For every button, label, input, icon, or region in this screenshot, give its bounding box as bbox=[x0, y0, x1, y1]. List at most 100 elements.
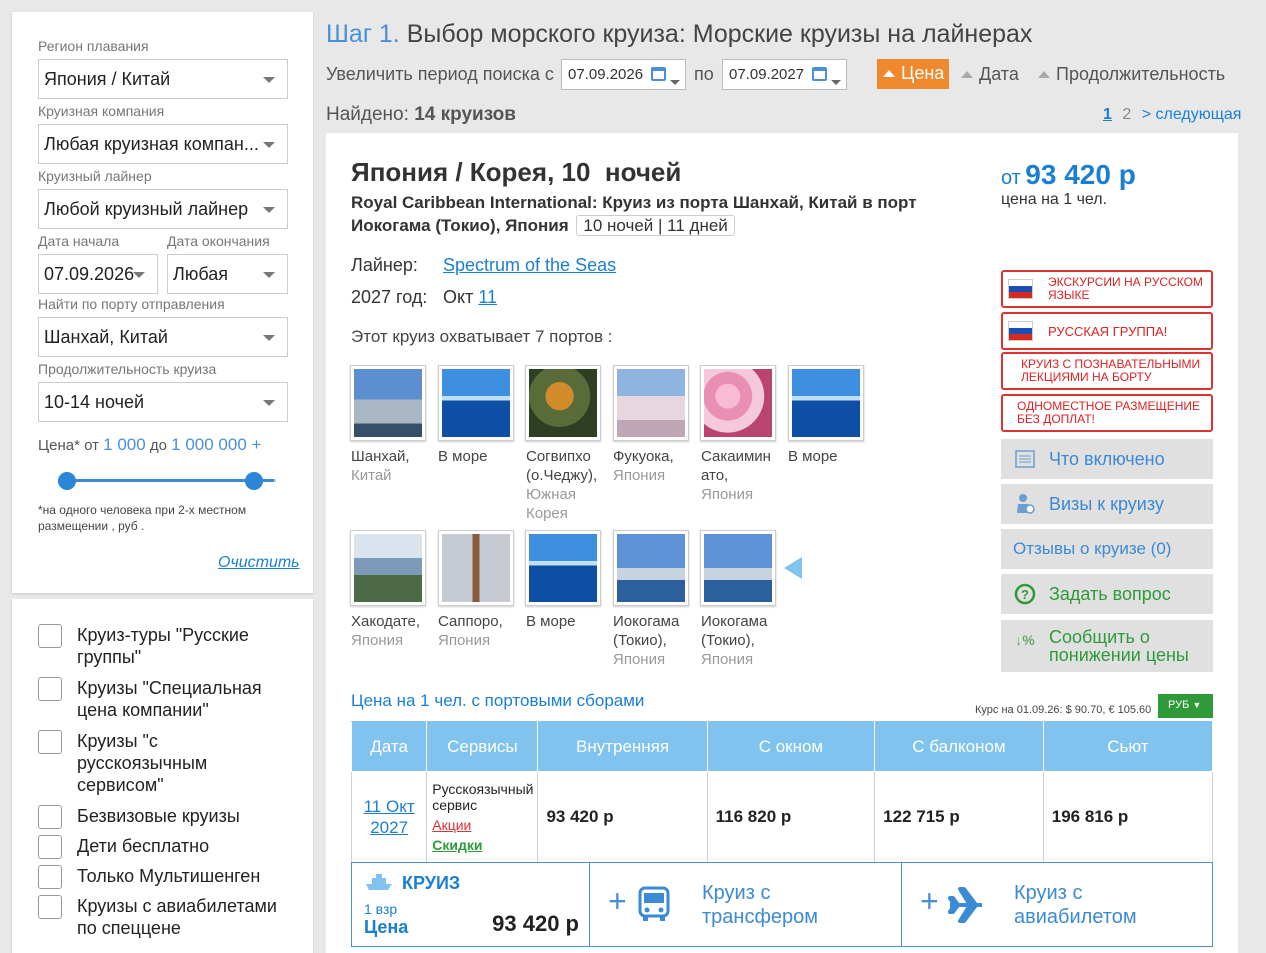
price-note: цена на 1 чел. bbox=[1001, 191, 1108, 208]
port-thumb[interactable] bbox=[788, 365, 864, 441]
port-country: Япония bbox=[701, 651, 754, 668]
port-thumb[interactable] bbox=[613, 365, 689, 441]
sort-date-button[interactable]: Дата bbox=[961, 64, 1019, 85]
month-label: Окт bbox=[443, 287, 474, 307]
start-date-select[interactable]: 07.09.2026 bbox=[38, 254, 158, 294]
promo-link[interactable]: Акции bbox=[432, 817, 533, 833]
checkbox-box[interactable] bbox=[38, 805, 62, 829]
page-1-link[interactable]: 1 bbox=[1103, 106, 1112, 123]
checkbox-box[interactable] bbox=[38, 624, 62, 648]
page-2-link[interactable]: 2 bbox=[1122, 106, 1131, 123]
next-page-link[interactable]: > следующая bbox=[1142, 106, 1242, 123]
clear-link[interactable]: Очистить bbox=[218, 554, 300, 572]
checkbox-box[interactable] bbox=[38, 895, 62, 919]
price-balcony[interactable]: 122 715 р bbox=[874, 771, 1044, 863]
russian-flag-icon bbox=[1008, 279, 1033, 299]
badge-russian-group[interactable]: РУССКАЯ ГРУППА! bbox=[1001, 312, 1213, 350]
badge-russian-excursions[interactable]: ЭКСКУРСИИ НА РУССКОМ ЯЗЫКЕ bbox=[1001, 270, 1213, 308]
region-select[interactable]: Япония / Китай bbox=[38, 59, 288, 99]
flight-option[interactable]: + Круиз с авиабилетом bbox=[902, 863, 1212, 946]
port-thumb[interactable] bbox=[350, 530, 426, 606]
cruise-only-option[interactable]: КРУИЗ 1 взр Цена 93 420 р bbox=[352, 863, 590, 946]
price-section-label: Цена на 1 чел. с портовыми сборами bbox=[351, 691, 645, 710]
chevron-down-icon bbox=[670, 80, 680, 85]
checkbox-multischengen[interactable]: Только Мультишенген bbox=[38, 865, 282, 889]
port-thumb[interactable] bbox=[438, 530, 514, 606]
price-slider-track[interactable] bbox=[58, 479, 274, 482]
discount-link[interactable]: Скидки bbox=[432, 837, 533, 853]
scroll-left-arrow-icon[interactable] bbox=[784, 557, 802, 579]
port-caption: Сакаимин ато, Япония bbox=[701, 447, 777, 504]
region-label: Регион плавания bbox=[38, 38, 149, 54]
port-caption: Саппоро, Япония bbox=[438, 612, 522, 650]
sort-duration-label: Продолжительность bbox=[1056, 64, 1226, 84]
checkbox-box[interactable] bbox=[38, 730, 62, 754]
checkbox-russian-groups[interactable]: Круиз-туры "Русские группы" bbox=[38, 624, 282, 668]
price-slider-min-handle[interactable] bbox=[58, 472, 76, 490]
ask-question-button[interactable]: ? Задать вопрос bbox=[1001, 574, 1213, 614]
sort-price-button[interactable]: Цена bbox=[877, 59, 949, 89]
visa-button[interactable]: Визы к круизу bbox=[1001, 484, 1213, 524]
price-inside[interactable]: 93 420 р bbox=[537, 771, 708, 863]
port-select[interactable]: Шанхай, Китай bbox=[38, 317, 288, 357]
port-thumb[interactable] bbox=[438, 365, 514, 441]
svg-text:?: ? bbox=[1021, 587, 1029, 602]
duration-select[interactable]: 10-14 ночей bbox=[38, 382, 288, 422]
checkbox-with-flights[interactable]: Круизы с авиабилетами по спеццене bbox=[38, 895, 282, 939]
end-date-select[interactable]: Любая bbox=[167, 254, 288, 294]
checkbox-label: Только Мультишенген bbox=[77, 866, 261, 886]
badge-lectures[interactable]: КРУИЗ С ПОЗНАВАТЕЛЬНЫМИ ЛЕКЦИЯМИ НА БОРТ… bbox=[1001, 352, 1213, 390]
day-link[interactable]: 11 bbox=[478, 287, 497, 307]
checkbox-box[interactable] bbox=[38, 677, 62, 701]
date-from-picker[interactable]: 07.09.2026 bbox=[561, 59, 686, 90]
reviews-button[interactable]: Отзывы о круизе (0) bbox=[1001, 529, 1213, 569]
price-window[interactable]: 116 820 р bbox=[706, 771, 876, 863]
start-date-label: Дата начала bbox=[38, 233, 120, 249]
end-date-label: Дата окончания bbox=[167, 233, 270, 249]
port-thumb[interactable] bbox=[700, 365, 776, 441]
price-table-header: Дата Сервисы Внутренняя С окном С балкон… bbox=[350, 721, 1214, 772]
transfer-option[interactable]: + Круиз с трансфером bbox=[590, 863, 902, 946]
price-slider-max-handle[interactable] bbox=[245, 472, 263, 490]
port-thumb[interactable] bbox=[613, 530, 689, 606]
checkbox-special-price[interactable]: Круизы "Специальная цена компании" bbox=[38, 677, 282, 721]
port-thumb[interactable] bbox=[350, 365, 426, 441]
date-to-picker[interactable]: 07.09.2027 bbox=[722, 59, 847, 90]
port-name: В море bbox=[788, 448, 838, 465]
price-prefix: от bbox=[1001, 167, 1021, 189]
year-label: 2027 год: bbox=[351, 287, 428, 307]
checkbox-russian-service[interactable]: Круизы "с русскоязычным сервисом" bbox=[38, 730, 282, 796]
price-suite[interactable]: 196 816 р bbox=[1042, 771, 1214, 863]
price-drop-label: Сообщить о понижении цены bbox=[1049, 627, 1189, 665]
company-select[interactable]: Любая круизная компан... bbox=[38, 124, 288, 164]
price-drop-button[interactable]: ↓% Сообщить о понижении цены bbox=[1001, 620, 1213, 672]
checkbox-kids-free[interactable]: Дети бесплатно bbox=[38, 835, 282, 859]
extend-search-label: Увеличить период поиска с bbox=[326, 64, 554, 84]
checkbox-label: Круизы "с русскоязычным сервисом" bbox=[77, 731, 208, 795]
port-thumb[interactable] bbox=[525, 365, 601, 441]
cruise-route: Royal Caribbean International: Круиз из … bbox=[351, 191, 921, 237]
included-button[interactable]: Что включено bbox=[1001, 439, 1213, 479]
currency-select[interactable]: РУБ ▼ bbox=[1158, 694, 1213, 718]
sort-duration-button[interactable]: Продолжительность bbox=[1038, 64, 1225, 85]
checkbox-visa-free[interactable]: Безвизовые круизы bbox=[38, 805, 282, 829]
port-image-tree-landscape bbox=[529, 369, 597, 437]
port-image-port-city bbox=[617, 534, 685, 602]
cruise-title[interactable]: Япония / Корея, 10 ночей bbox=[351, 157, 681, 188]
port-caption: В море bbox=[438, 447, 522, 466]
badge-single-occupancy[interactable]: ОДНОМЕСТНОЕ РАЗМЕЩЕНИЕ БЕЗ ДОПЛАТ! bbox=[1001, 394, 1213, 432]
sort-up-icon bbox=[961, 71, 973, 78]
port-thumb[interactable] bbox=[525, 530, 601, 606]
chevron-down-icon bbox=[133, 272, 145, 278]
port-country: Япония bbox=[613, 467, 666, 484]
checkbox-box[interactable] bbox=[38, 865, 62, 889]
found-value: 14 круизов bbox=[414, 104, 516, 125]
title-text: Выбор морского круиза: Морские круизы на… bbox=[406, 20, 1033, 48]
port-thumb[interactable] bbox=[700, 530, 776, 606]
price-note: *на одного человека при 2-х местном разм… bbox=[38, 503, 247, 533]
liner-link[interactable]: Spectrum of the Seas bbox=[443, 255, 616, 276]
checkbox-box[interactable] bbox=[38, 835, 62, 859]
port-name: В море bbox=[526, 613, 576, 630]
date-link[interactable]: 11 Окт 2027 bbox=[364, 797, 415, 837]
liner-select[interactable]: Любой круизный лайнер bbox=[38, 189, 288, 229]
